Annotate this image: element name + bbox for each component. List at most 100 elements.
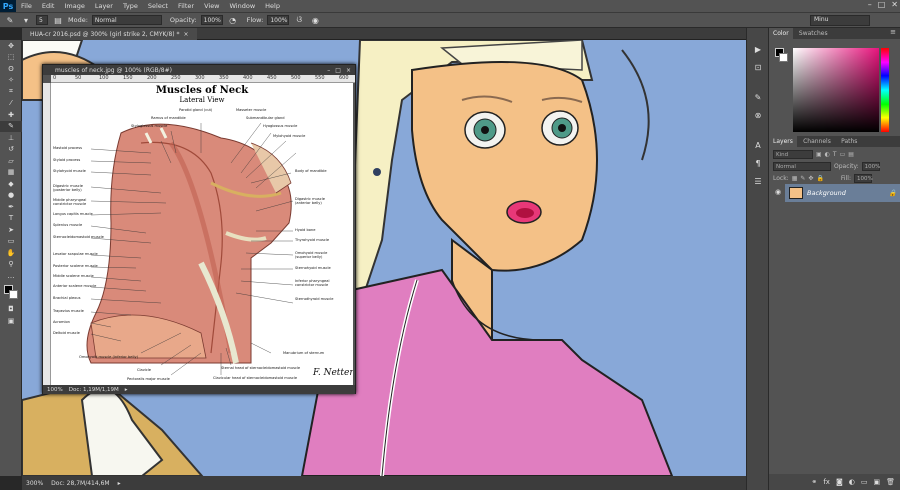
shape-tool-icon[interactable]: ▭ [0, 236, 22, 248]
marquee-tool-icon[interactable]: ⬚ [0, 52, 22, 64]
tab-layers[interactable]: Layers [769, 136, 797, 147]
delete-layer-icon[interactable]: 🗑 [886, 478, 895, 486]
tab-color[interactable]: Color [769, 28, 793, 39]
opacity-field[interactable]: 100% [200, 15, 223, 25]
add-mask-icon[interactable]: ◙ [836, 478, 843, 486]
stamp-tool-icon[interactable]: ⊥ [0, 132, 22, 144]
tab-channels[interactable]: Channels [799, 136, 835, 147]
layer-opacity-field[interactable]: 100% [861, 162, 880, 171]
screen-mode-icon[interactable]: ▣ [0, 315, 22, 327]
menu-select[interactable]: Select [143, 2, 173, 10]
healing-tool-icon[interactable]: ✚ [0, 109, 22, 121]
background-color-swatch[interactable] [9, 289, 18, 299]
brush-panel-icon[interactable]: ▤ [52, 15, 64, 25]
menu-image[interactable]: Image [59, 2, 89, 10]
close-button[interactable]: ✕ [891, 0, 898, 9]
paragraph-icon[interactable]: ¶ [747, 154, 769, 172]
reference-maximize-button[interactable]: □ [335, 67, 341, 74]
brush-size-field[interactable]: 5 [36, 15, 48, 25]
layer-kind-filter[interactable]: Kind [773, 150, 813, 159]
blend-mode-select[interactable]: Normal [773, 162, 831, 171]
menu-help[interactable]: Help [260, 2, 285, 10]
workspace-select[interactable]: Minu [810, 15, 870, 26]
pressure-opacity-icon[interactable]: ◔ [227, 15, 239, 25]
lock-move-icon[interactable]: ✥ [808, 175, 813, 182]
document-tab[interactable]: HUA-cr 2016.psd @ 300% (girl strike 2, C… [22, 28, 197, 40]
reference-minimize-button[interactable]: – [327, 67, 330, 74]
reference-status-arrow-icon[interactable]: ▸ [125, 387, 128, 393]
fill-field[interactable]: 100% [853, 174, 873, 183]
clone-source-icon[interactable]: ⊗ [747, 106, 769, 124]
color-panel-menu-icon[interactable]: ≡ [890, 28, 896, 36]
path-select-tool-icon[interactable]: ➤ [0, 224, 22, 236]
filter-smart-icon[interactable]: ▤ [848, 151, 854, 158]
properties-icon[interactable]: ☰ [747, 172, 769, 190]
menu-file[interactable]: File [16, 2, 37, 10]
lasso-tool-icon[interactable]: ʘ [0, 63, 22, 75]
filter-type-icon[interactable]: T [833, 151, 837, 158]
crop-tool-icon[interactable]: ⌗ [0, 86, 22, 98]
brush-tool-icon[interactable]: ✎ [0, 120, 22, 132]
layer-background[interactable]: Background 🔒 [785, 184, 900, 202]
quick-mask-icon[interactable]: ◘ [0, 304, 22, 316]
color-swatches[interactable] [0, 282, 22, 304]
color-picker-field[interactable] [793, 48, 879, 132]
dodge-tool-icon[interactable]: ● [0, 190, 22, 202]
brush-tool-icon[interactable]: ✎ [4, 15, 16, 25]
more-tools-icon[interactable]: … [0, 270, 22, 282]
minimize-button[interactable]: – [868, 0, 872, 9]
hue-slider[interactable] [881, 48, 889, 132]
filter-pixel-icon[interactable]: ▣ [816, 151, 822, 158]
adjustment-layer-icon[interactable]: ◐ [849, 478, 855, 486]
brush-settings-icon[interactable]: ✎ [747, 88, 769, 106]
color-panel-background-swatch[interactable] [779, 53, 788, 62]
zoom-tool-icon[interactable]: ⚲ [0, 259, 22, 271]
menu-layer[interactable]: Layer [90, 2, 118, 10]
menu-view[interactable]: View [199, 2, 224, 10]
flow-field[interactable]: 100% [267, 15, 290, 25]
hand-tool-icon[interactable]: ✋ [0, 247, 22, 259]
brush-preset-dropdown[interactable]: ▾ [20, 15, 32, 25]
reference-window-titlebar[interactable]: muscles of neck.jpg @ 100% (RGB/8#) – □ … [43, 65, 355, 75]
status-arrow-icon[interactable]: ▸ [118, 480, 121, 487]
close-tab-icon[interactable]: × [184, 31, 189, 38]
pressure-size-icon[interactable]: ◉ [309, 15, 321, 25]
visibility-eye-icon[interactable]: ◉ [775, 188, 781, 196]
menu-edit[interactable]: Edit [37, 2, 60, 10]
reference-image-window[interactable]: muscles of neck.jpg @ 100% (RGB/8#) – □ … [42, 64, 356, 394]
filter-adjust-icon[interactable]: ◐ [825, 151, 830, 158]
lock-pixels-icon[interactable]: ▦ [792, 175, 798, 182]
panel-icon-strip: ▶ ⊡ ✎ ⊗ A ¶ ☰ [746, 28, 768, 490]
menu-type[interactable]: Type [118, 2, 143, 10]
menu-filter[interactable]: Filter [173, 2, 199, 10]
eyedropper-tool-icon[interactable]: ⁄ [0, 98, 22, 110]
mode-select[interactable]: Normal [91, 15, 162, 25]
menu-window[interactable]: Window [225, 2, 261, 10]
character-icon[interactable]: A [747, 136, 769, 154]
gradient-tool-icon[interactable]: ▦ [0, 167, 22, 179]
pen-tool-icon[interactable]: ✒ [0, 201, 22, 213]
history-icon[interactable]: ⊡ [747, 58, 769, 76]
maximize-button[interactable]: □ [878, 0, 886, 9]
lock-all-icon[interactable]: 🔒 [816, 175, 823, 182]
airbrush-icon[interactable]: ଓ [293, 15, 305, 25]
link-layers-icon[interactable]: ⚭ [811, 478, 817, 486]
tab-swatches[interactable]: Swatches [795, 28, 832, 39]
reference-zoom[interactable]: 100% [47, 387, 63, 393]
reference-close-button[interactable]: × [346, 67, 351, 74]
blur-tool-icon[interactable]: ◆ [0, 178, 22, 190]
new-group-icon[interactable]: ▭ [861, 478, 868, 486]
move-tool-icon[interactable]: ✥ [0, 40, 22, 52]
filter-shape-icon[interactable]: ▭ [840, 151, 846, 158]
type-tool-icon[interactable]: T [0, 213, 22, 225]
tab-paths[interactable]: Paths [837, 136, 861, 147]
lock-paint-icon[interactable]: ✎ [800, 175, 805, 182]
quick-select-tool-icon[interactable]: ✧ [0, 75, 22, 87]
eraser-tool-icon[interactable]: ▱ [0, 155, 22, 167]
play-action-icon[interactable]: ▶ [747, 40, 769, 58]
history-brush-tool-icon[interactable]: ↺ [0, 144, 22, 156]
new-layer-icon[interactable]: ▣ [873, 478, 880, 486]
layer-style-icon[interactable]: fx [823, 478, 830, 486]
zoom-level[interactable]: 300% [26, 480, 43, 487]
label-left-14: Acromion [53, 320, 70, 324]
